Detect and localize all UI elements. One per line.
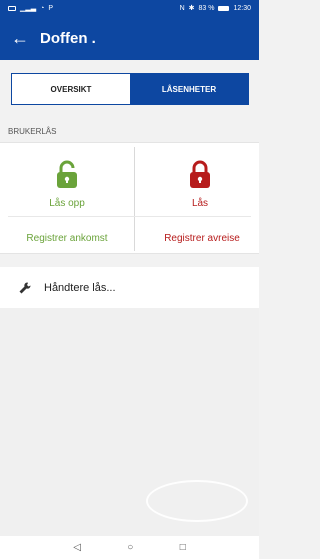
wrench-icon bbox=[19, 281, 31, 293]
battery-percent: 83 % bbox=[198, 4, 215, 12]
manage-locks-row[interactable]: Håndtere lås... bbox=[0, 267, 259, 308]
tab-bar: OVERSIKT LÅSENHETER bbox=[11, 73, 249, 105]
system-navbar: ◁ ○ □ bbox=[0, 536, 259, 559]
nav-home-icon[interactable]: ○ bbox=[127, 542, 133, 553]
register-arrival-button[interactable]: Registrer ankomst bbox=[0, 233, 134, 244]
unlock-label: Lås opp bbox=[49, 198, 85, 209]
wifi-icon: ◔ bbox=[40, 4, 45, 12]
battery-icon bbox=[218, 5, 230, 11]
register-departure-button[interactable]: Registrer avreise bbox=[135, 233, 269, 244]
bluetooth-icon: ✱ bbox=[188, 5, 195, 12]
tab-oversikt[interactable]: OVERSIKT bbox=[12, 74, 130, 104]
time: 12:30 bbox=[233, 4, 251, 12]
page-title: Doffen . bbox=[40, 29, 96, 47]
status-right: N ✱ 83 % 12:30 bbox=[179, 4, 251, 13]
status-bar: ▁▂▃ ◔ P N ✱ 83 % 12:30 bbox=[0, 0, 259, 16]
lock-label: Lås bbox=[191, 198, 209, 209]
lock-closed-icon bbox=[190, 160, 210, 188]
arrow-left-icon: ← bbox=[11, 28, 29, 48]
tab-lasenheter[interactable]: LÅSENHETER bbox=[130, 74, 248, 104]
lock-button[interactable]: Lås bbox=[137, 159, 263, 209]
sim-icon bbox=[8, 5, 16, 11]
app-bar: ← Doffen . bbox=[0, 16, 259, 60]
nav-back-icon[interactable]: ◁ bbox=[73, 542, 81, 553]
p-icon: P bbox=[48, 4, 54, 12]
nfc-icon: N bbox=[179, 4, 185, 12]
lock-panel: Lås opp Lås Registrer ankomst Registrer … bbox=[0, 142, 259, 254]
signal-icon: ▁▂▃ bbox=[20, 5, 37, 12]
back-button[interactable]: ← bbox=[0, 16, 40, 60]
section-title: BRUKERLÅS bbox=[8, 127, 57, 136]
horizontal-divider bbox=[8, 216, 251, 217]
unlock-button[interactable]: Lås opp bbox=[4, 159, 130, 209]
lock-open-icon bbox=[57, 160, 77, 188]
overlay-ellipse bbox=[146, 480, 248, 522]
manage-locks-label: Håndtere lås... bbox=[44, 281, 116, 294]
status-left: ▁▂▃ ◔ P bbox=[8, 4, 53, 12]
nav-recents-icon[interactable]: □ bbox=[180, 542, 186, 553]
